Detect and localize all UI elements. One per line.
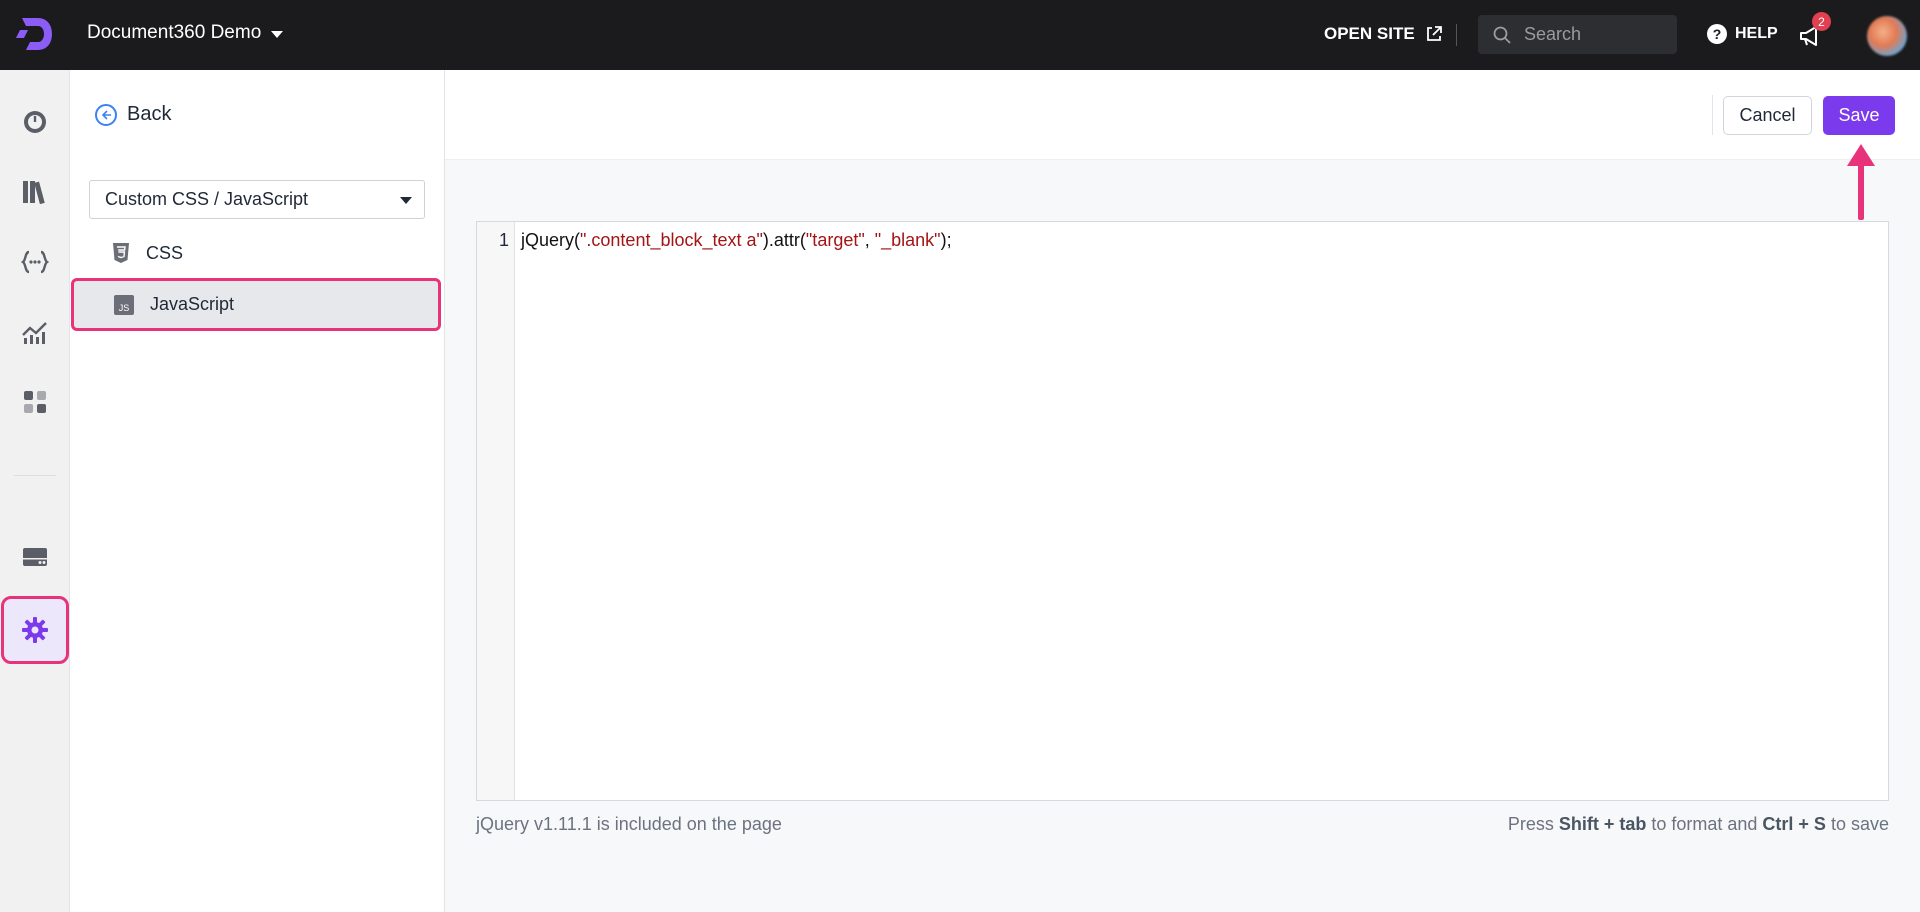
line-gutter: 1	[477, 222, 515, 800]
shortcut-key: Ctrl + S	[1762, 814, 1826, 834]
document360-logo[interactable]	[16, 14, 56, 54]
search-icon	[1493, 26, 1511, 44]
jquery-note: jQuery v1.11.1 is included on the page	[476, 814, 782, 834]
documentation-icon[interactable]	[20, 177, 50, 207]
css-label: CSS	[146, 242, 184, 263]
notification-badge: 2	[1812, 12, 1831, 31]
back-button[interactable]: Back	[95, 103, 171, 126]
code-token: );	[940, 230, 952, 250]
shortcut-key: Shift + tab	[1558, 814, 1647, 834]
settings-category-select[interactable]: Custom CSS / JavaScript	[89, 180, 425, 219]
code-token: ,	[864, 230, 875, 250]
nav-divider	[14, 475, 56, 476]
api-documentation-icon[interactable]	[20, 247, 50, 277]
javascript-label: JavaScript	[150, 294, 235, 314]
divider	[1456, 24, 1457, 46]
external-link-icon	[1426, 26, 1442, 41]
chevron-down-icon	[400, 197, 412, 204]
css-file-icon	[113, 243, 129, 263]
settings-icon	[22, 617, 48, 643]
user-avatar[interactable]	[1867, 16, 1907, 56]
code-token: jQuery(	[521, 230, 581, 250]
code-string: ".content_block_text a"	[580, 230, 763, 250]
widgets-icon[interactable]	[20, 387, 50, 417]
select-value: Custom CSS / JavaScript	[105, 189, 309, 209]
code-line[interactable]: jQuery(".content_block_text a").attr("ta…	[521, 230, 952, 251]
top-bar: Document360 Demo OPEN SITE ? HELP 2	[0, 0, 1920, 70]
code-editor[interactable]: 1 jQuery(".content_block_text a").attr("…	[476, 221, 1889, 801]
save-button[interactable]: Save	[1823, 96, 1895, 135]
arrow-left-icon	[95, 103, 117, 126]
code-string: "target"	[805, 230, 865, 250]
open-site-link[interactable]: OPEN SITE	[1324, 24, 1443, 44]
line-number: 1	[498, 230, 509, 250]
left-navigation	[0, 70, 70, 912]
js-file-icon: JS	[114, 294, 134, 315]
open-site-label: OPEN SITE	[1324, 24, 1415, 43]
svg-text:JS: JS	[119, 303, 130, 313]
code-string: "_blank"	[874, 230, 941, 250]
project-selector[interactable]: Document360 Demo	[87, 22, 284, 44]
search-box[interactable]	[1478, 15, 1677, 54]
cancel-button[interactable]: Cancel	[1723, 96, 1812, 135]
divider	[1712, 95, 1713, 135]
css-item[interactable]: CSS	[112, 240, 183, 266]
help-label: HELP	[1735, 25, 1778, 42]
code-token: ).attr(	[762, 230, 806, 250]
back-label: Back	[127, 103, 172, 125]
project-name: Document360 Demo	[87, 22, 262, 43]
analytics-icon[interactable]	[20, 317, 50, 347]
javascript-item[interactable]: JS JavaScript	[71, 278, 441, 331]
shortcut-hint: Press Shift + tab to format and Ctrl + S…	[1508, 814, 1889, 835]
dashboard-icon[interactable]	[20, 107, 50, 137]
chevron-down-icon	[271, 30, 284, 38]
search-input[interactable]	[1524, 24, 1664, 45]
help-button[interactable]: ? HELP	[1707, 24, 1778, 44]
hint-text: to save	[1825, 814, 1889, 834]
settings-nav-item[interactable]	[1, 596, 69, 664]
help-icon: ?	[1707, 24, 1727, 44]
hint-text: to format and	[1646, 814, 1763, 834]
drive-icon[interactable]	[20, 542, 50, 572]
hint-text: Press	[1507, 814, 1559, 834]
annotation-arrow-shaft	[1858, 162, 1864, 220]
